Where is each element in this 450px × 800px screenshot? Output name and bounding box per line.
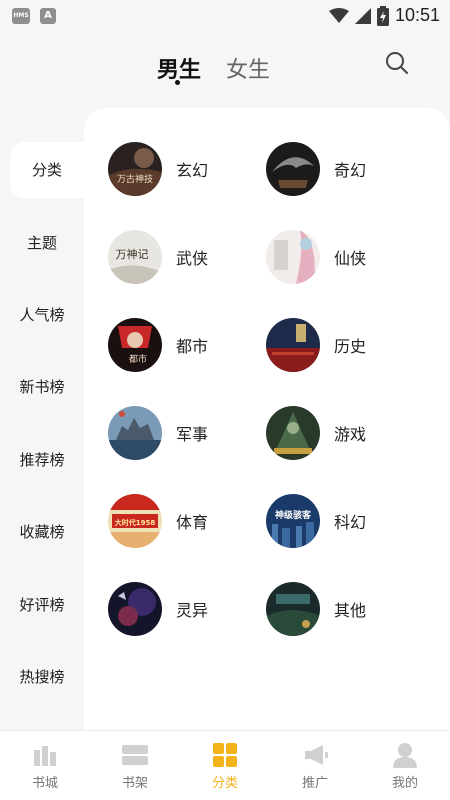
book-cover [266, 230, 320, 284]
signal-icon [354, 7, 371, 24]
category-item[interactable]: 其他 [266, 580, 416, 638]
bookshelf-icon [122, 745, 148, 765]
category-label: 军事 [176, 425, 209, 444]
nav-label: 书架 [121, 776, 148, 791]
bottom-nav: 书城 书架 分类 推广 我的 [0, 730, 450, 800]
cover-title: 都市 [129, 353, 147, 365]
nav-label: 书城 [31, 776, 58, 791]
nav-promote[interactable]: 推广 [270, 731, 360, 800]
category-item[interactable]: 奇幻 [266, 140, 416, 198]
category-item[interactable]: 仙侠 [266, 228, 416, 286]
sidebar-item-top-rated[interactable]: 好评榜 [0, 577, 84, 633]
search-icon[interactable] [384, 50, 410, 76]
category-item[interactable]: 军事 [108, 404, 258, 462]
category-item[interactable]: 游戏 [266, 404, 416, 462]
book-cover [108, 406, 162, 460]
sidebar-item-favorites[interactable]: 收藏榜 [0, 504, 84, 560]
nav-mine[interactable]: 我的 [360, 731, 450, 800]
tab-male[interactable]: 男生 [157, 52, 201, 84]
active-tab-indicator [175, 80, 180, 85]
sidebar-item-hot-search[interactable]: 热搜榜 [0, 649, 84, 705]
book-cover [266, 142, 320, 196]
sidebar-item-new[interactable]: 新书榜 [0, 359, 84, 415]
cover-title: 万神记 [116, 247, 149, 261]
hms-notification-icon: HMS [12, 8, 30, 24]
category-item[interactable]: 都市 都市 [108, 316, 258, 374]
book-cover [266, 582, 320, 636]
book-cover [266, 318, 320, 372]
category-item[interactable]: 万神记 武侠 [108, 228, 258, 286]
category-label: 历史 [334, 337, 367, 356]
header: 男生 女生 [0, 32, 450, 106]
cover-title: 万古神技 [117, 173, 153, 185]
cover-title: 神级骇客 [275, 509, 312, 521]
book-cover [108, 582, 162, 636]
category-label: 玄幻 [176, 161, 209, 180]
book-cover: 神级骇客 [266, 494, 320, 548]
category-label: 都市 [176, 337, 209, 356]
category-label: 奇幻 [334, 161, 367, 180]
battery-icon [376, 5, 389, 26]
sidebar: 分类 主题 人气榜 新书榜 推荐榜 收藏榜 好评榜 热搜榜 [0, 106, 100, 730]
category-label: 游戏 [334, 425, 367, 444]
category-label: 体育 [176, 513, 209, 532]
book-cover: 都市 [108, 318, 162, 372]
category-label: 其他 [334, 601, 367, 620]
category-label: 科幻 [334, 513, 367, 532]
book-cover: 万神记 [108, 230, 162, 284]
status-bar: HMS A 10:51 [0, 0, 450, 32]
tab-female[interactable]: 女生 [226, 52, 270, 84]
nav-bookshelf[interactable]: 书架 [90, 731, 180, 800]
megaphone-icon [305, 745, 328, 765]
nav-category[interactable]: 分类 [180, 731, 270, 800]
category-label: 仙侠 [334, 249, 367, 268]
category-panel: 万古神技 玄幻 奇幻 万神记 武侠 仙侠 都市 都市 历史 军事 游戏 大时代1… [84, 108, 450, 730]
nav-label: 我的 [391, 776, 418, 791]
book-cover: 万古神技 [108, 142, 162, 196]
wifi-icon [328, 7, 349, 23]
category-label: 灵异 [176, 601, 209, 620]
category-item[interactable]: 灵异 [108, 580, 258, 638]
clock: 10:51 [394, 5, 440, 25]
category-label: 武侠 [176, 249, 209, 268]
user-icon [393, 743, 417, 768]
nav-label: 分类 [211, 776, 238, 791]
category-item[interactable]: 万古神技 玄幻 [108, 140, 258, 198]
category-grid-icon [213, 743, 237, 767]
nav-label: 推广 [301, 776, 328, 791]
category-item[interactable]: 大时代1958 体育 [108, 492, 258, 550]
sidebar-item-theme[interactable]: 主题 [0, 215, 84, 271]
sidebar-item-recommend[interactable]: 推荐榜 [0, 432, 84, 488]
category-item[interactable]: 历史 [266, 316, 416, 374]
sidebar-item-popular[interactable]: 人气榜 [0, 287, 84, 343]
book-cover: 大时代1958 [108, 494, 162, 548]
category-item[interactable]: 神级骇客 科幻 [266, 492, 416, 550]
bookstore-icon [34, 746, 56, 766]
app-notification-icon: A [40, 8, 56, 24]
book-cover [266, 406, 320, 460]
nav-bookstore[interactable]: 书城 [0, 731, 90, 800]
cover-title: 大时代1958 [115, 518, 156, 527]
